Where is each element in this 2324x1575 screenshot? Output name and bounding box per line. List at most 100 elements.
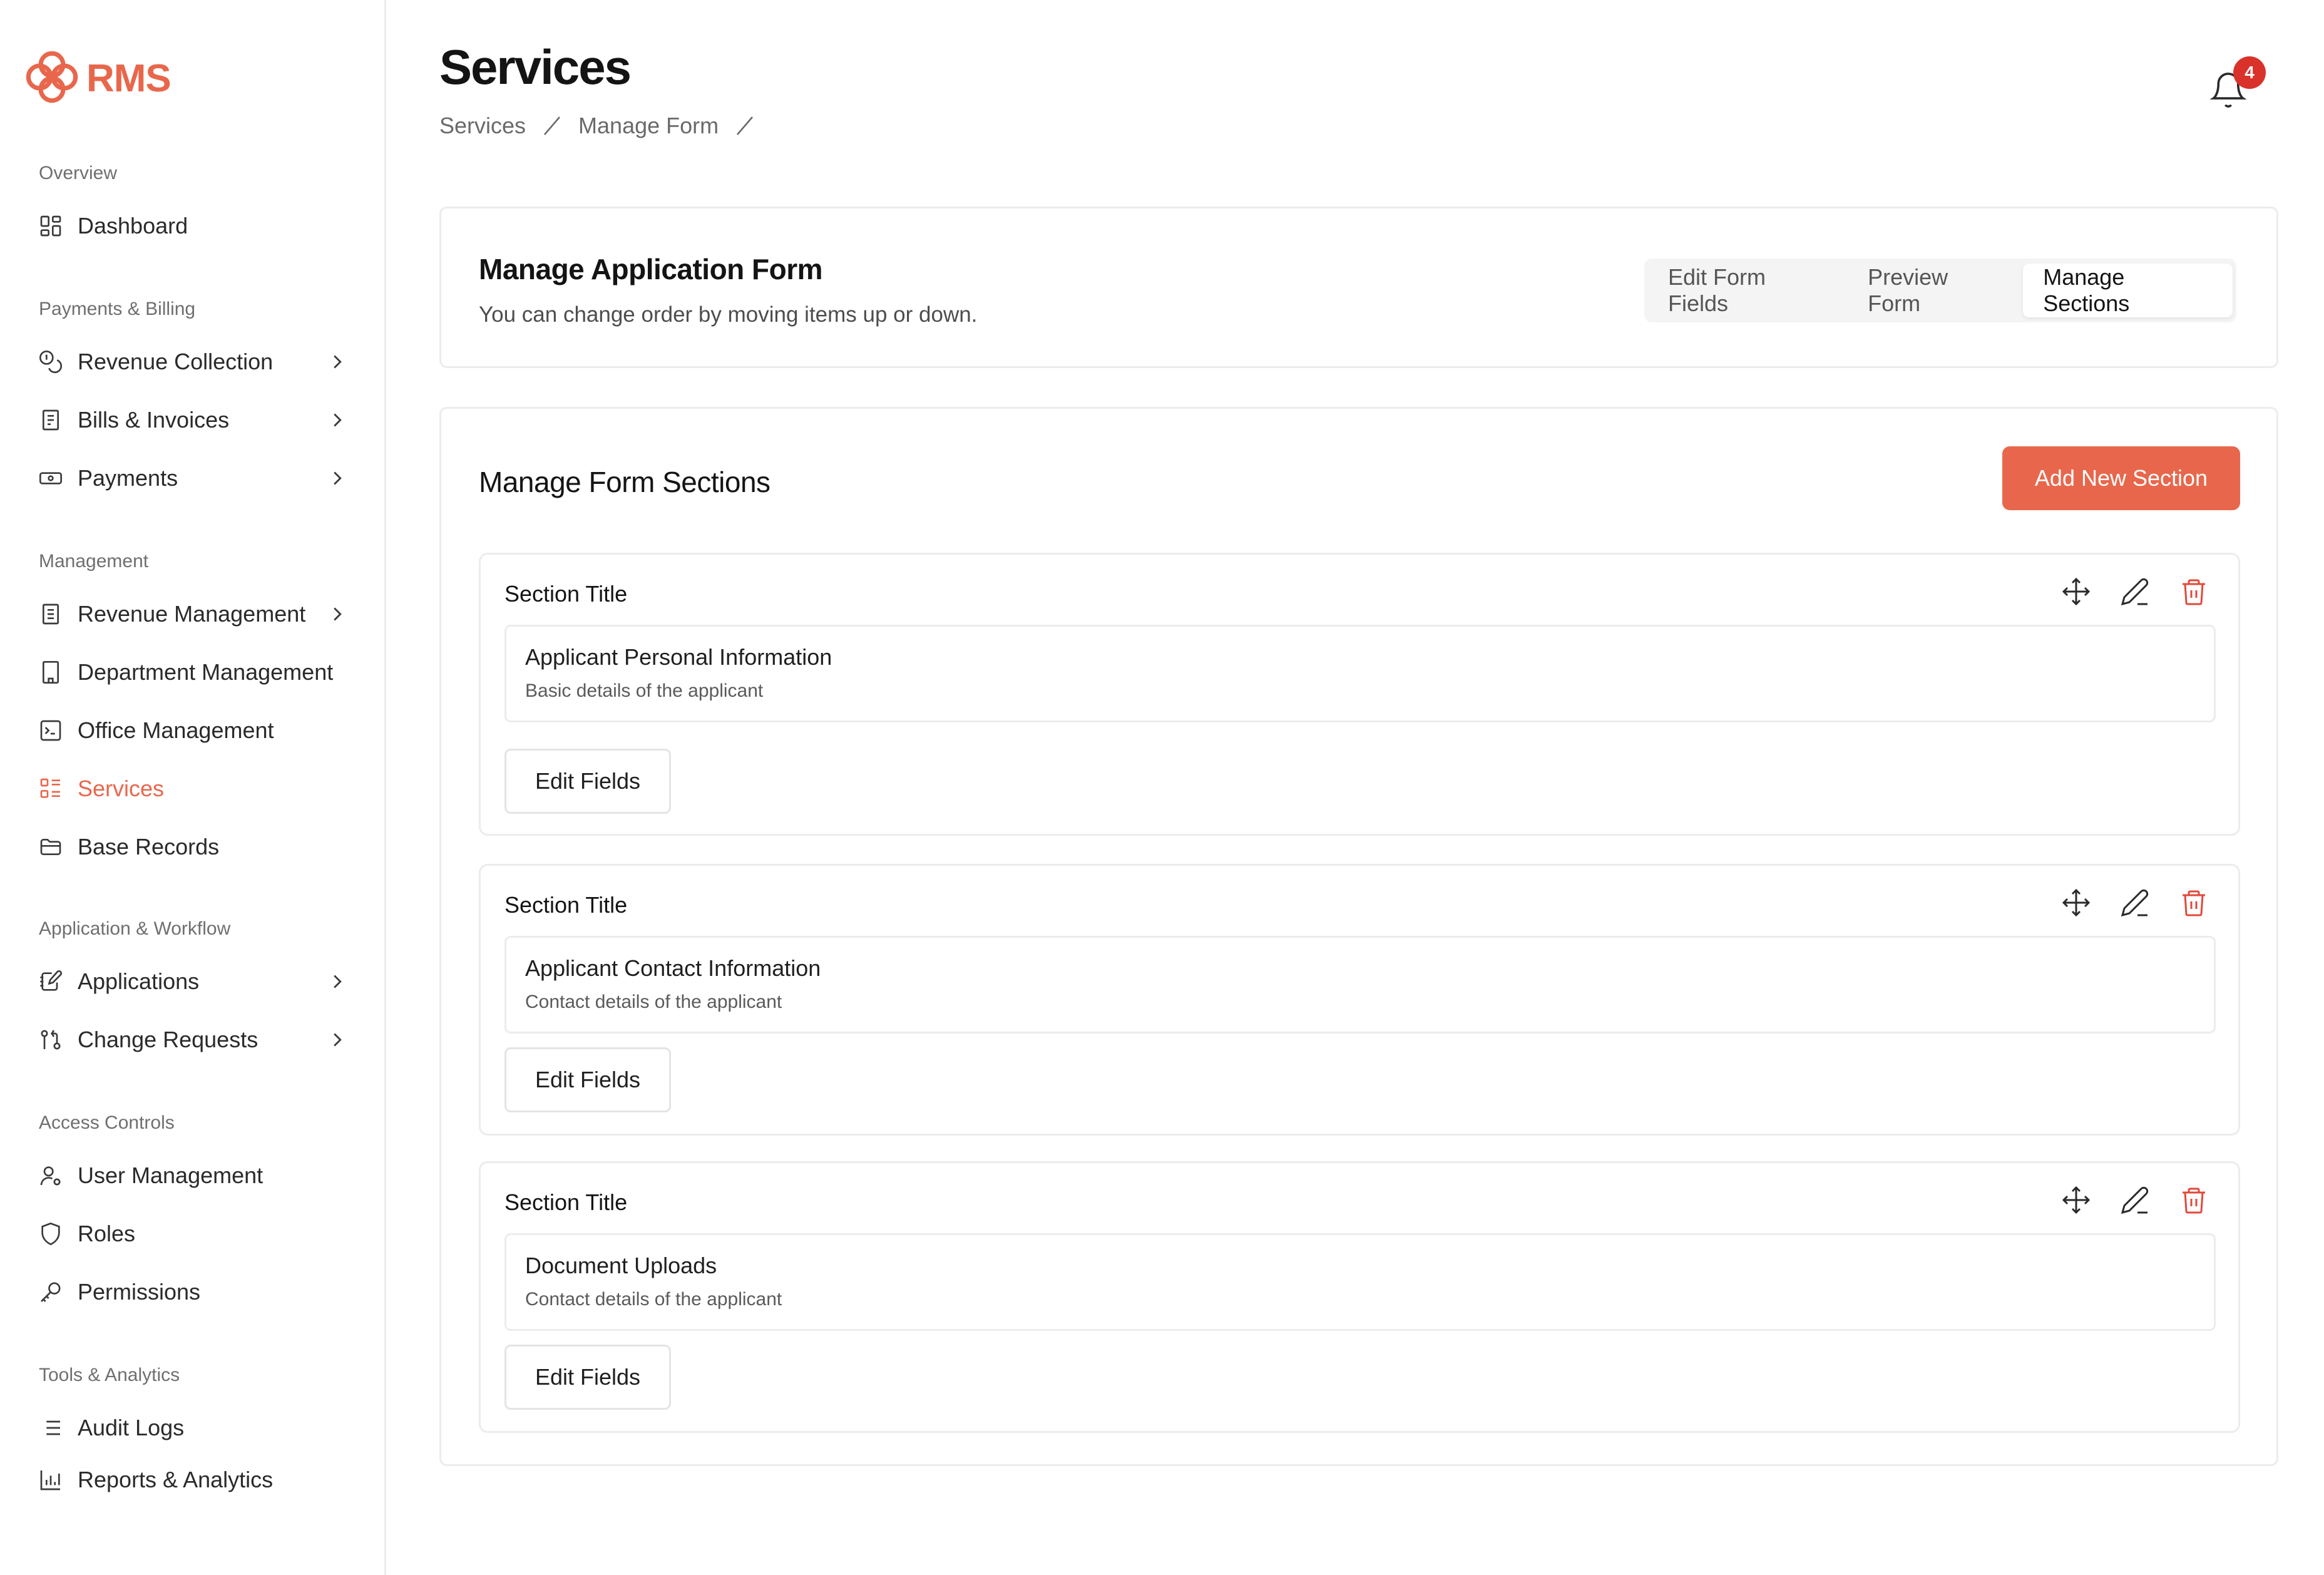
section-title-label: Section Title <box>504 1189 628 1215</box>
edit-pencil-icon[interactable] <box>2119 887 2151 918</box>
sidebar-item-office-management[interactable]: Office Management <box>36 709 349 752</box>
section-actions <box>2060 1184 2209 1216</box>
banknote-icon <box>36 464 65 493</box>
nav-heading-tools-analytics: Tools & Analytics <box>39 1365 180 1385</box>
sidebar-item-label: Base Records <box>78 834 220 859</box>
sidebar-item-roles[interactable]: Roles <box>36 1212 349 1256</box>
sidebar-item-label: Permissions <box>78 1279 201 1305</box>
add-new-section-button[interactable]: Add New Section <box>2002 446 2240 510</box>
sidebar-item-label: Audit Logs <box>78 1415 185 1440</box>
move-icon[interactable] <box>2060 576 2092 607</box>
nav-heading-overview: Overview <box>39 163 118 183</box>
sidebar-item-label: Applications <box>78 968 200 994</box>
notification-count-badge: 4 <box>2233 56 2266 89</box>
section-description: Basic details of the applicant <box>525 680 764 701</box>
section-name: Document Uploads <box>525 1253 717 1278</box>
sidebar-item-label: Roles <box>78 1221 136 1246</box>
chevron-right-icon <box>334 355 342 369</box>
sidebar-item-audit-logs[interactable]: Audit Logs <box>36 1406 349 1450</box>
section-title-label: Section Title <box>504 581 628 607</box>
breadcrumb: Services Manage Form <box>439 113 771 139</box>
section-description: Contact details of the applicant <box>525 992 782 1012</box>
sidebar-item-reports-analytics[interactable]: Reports & Analytics <box>36 1458 349 1502</box>
sidebar-item-label: Revenue Management <box>78 601 306 627</box>
sidebar: RMS Overview Dashboard Payments & Billin… <box>0 0 386 1575</box>
user-cog-icon <box>36 1161 65 1190</box>
move-icon[interactable] <box>2060 887 2092 918</box>
sidebar-item-label: Payments <box>78 465 178 491</box>
sidebar-item-dashboard[interactable]: Dashboard <box>36 204 349 248</box>
sidebar-item-label: Services <box>78 776 165 801</box>
manage-application-form-card: Manage Application Form You can change o… <box>439 207 2278 368</box>
breadcrumb-item-manage-form[interactable]: Manage Form <box>578 113 719 139</box>
list-grid-icon <box>36 774 65 803</box>
sections-card-title: Manage Form Sections <box>479 466 770 498</box>
app-logo[interactable]: RMS <box>25 50 171 106</box>
notebook-pen-icon <box>36 967 65 996</box>
sidebar-item-change-requests[interactable]: Change Requests <box>36 1018 349 1062</box>
chevron-right-icon <box>334 471 342 485</box>
trash-icon[interactable] <box>2178 576 2209 607</box>
bar-chart-icon <box>36 1465 65 1494</box>
chevron-right-icon <box>334 413 342 427</box>
form-section: Section Title Applicant Personal Informa… <box>479 553 2240 836</box>
section-info-box: Applicant Contact Information Contact de… <box>504 936 2216 1034</box>
move-icon[interactable] <box>2060 1184 2092 1216</box>
sidebar-item-label: Reports & Analytics <box>78 1467 274 1492</box>
chevron-right-icon <box>334 975 342 988</box>
section-actions <box>2060 887 2209 918</box>
form-tabs: Edit Form Fields Preview Form Manage Sec… <box>1644 259 2236 322</box>
shield-icon <box>36 1219 65 1248</box>
edit-pencil-icon[interactable] <box>2119 1184 2151 1216</box>
sidebar-item-bills-invoices[interactable]: Bills & Invoices <box>36 398 349 442</box>
coins-icon <box>36 347 65 376</box>
sidebar-item-permissions[interactable]: Permissions <box>36 1270 349 1314</box>
sidebar-item-label: Office Management <box>78 717 274 743</box>
sidebar-item-payments[interactable]: Payments <box>36 456 349 500</box>
trash-icon[interactable] <box>2178 887 2209 918</box>
sidebar-item-base-records[interactable]: Base Records <box>36 825 349 869</box>
sidebar-item-label: Revenue Collection <box>78 349 274 374</box>
sidebar-item-revenue-collection[interactable]: Revenue Collection <box>36 340 349 384</box>
section-description: Contact details of the applicant <box>525 1289 782 1310</box>
sidebar-item-user-management[interactable]: User Management <box>36 1154 349 1198</box>
edit-fields-button[interactable]: Edit Fields <box>504 1345 671 1410</box>
manage-form-sections-card: Manage Form Sections Add New Section Sec… <box>439 407 2278 1466</box>
bell-icon <box>2208 73 2248 114</box>
logo-flower-icon <box>25 50 79 107</box>
terminal-icon <box>36 716 65 745</box>
receipt-icon <box>36 406 65 434</box>
nav-heading-payments-billing: Payments & Billing <box>39 299 196 319</box>
form-section: Section Title Applicant Contact Informat… <box>479 864 2240 1136</box>
form-section: Section Title Document Uploads Contact d… <box>479 1161 2240 1433</box>
edit-pencil-icon[interactable] <box>2119 576 2151 607</box>
list-icon <box>36 1413 65 1442</box>
document-icon <box>36 600 65 628</box>
nav-heading-application-workflow: Application & Workflow <box>39 918 231 939</box>
edit-fields-button[interactable]: Edit Fields <box>504 749 671 814</box>
sidebar-item-revenue-management[interactable]: Revenue Management <box>36 592 349 636</box>
trash-icon[interactable] <box>2178 1184 2209 1216</box>
tab-preview-form[interactable]: Preview Form <box>1848 264 2023 317</box>
nav-heading-management: Management <box>39 551 149 572</box>
dashboard-grid-icon <box>36 212 65 240</box>
breadcrumb-separator-icon <box>737 116 754 135</box>
sidebar-item-label: User Management <box>78 1162 264 1188</box>
sidebar-item-label: Department Management <box>78 659 334 685</box>
tab-edit-form-fields[interactable]: Edit Form Fields <box>1648 264 1848 317</box>
nav-heading-access-controls: Access Controls <box>39 1112 175 1133</box>
sidebar-item-applications[interactable]: Applications <box>36 960 349 1003</box>
sidebar-item-label: Dashboard <box>78 213 188 239</box>
section-actions <box>2060 576 2209 607</box>
chevron-right-icon <box>334 1033 342 1047</box>
breadcrumb-separator-icon <box>544 116 561 135</box>
breadcrumb-item-services[interactable]: Services <box>439 113 526 139</box>
tab-manage-sections[interactable]: Manage Sections <box>2023 264 2233 317</box>
sidebar-item-department-management[interactable]: Department Management <box>36 650 349 694</box>
section-name: Applicant Contact Information <box>525 955 821 981</box>
section-name: Applicant Personal Information <box>525 644 832 670</box>
form-card-subtitle: You can change order by moving items up … <box>479 302 978 327</box>
sidebar-item-services[interactable]: Services <box>36 767 349 811</box>
edit-fields-button[interactable]: Edit Fields <box>504 1047 671 1112</box>
section-title-label: Section Title <box>504 892 628 918</box>
